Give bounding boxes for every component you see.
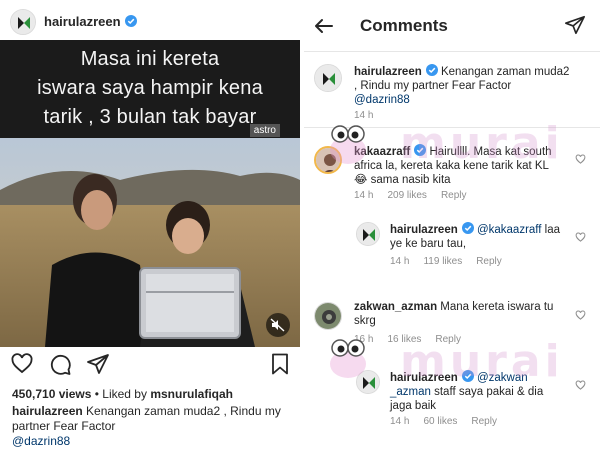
verified-icon	[414, 144, 427, 156]
comment-mention[interactable]: @kakaazraff	[477, 224, 542, 236]
comment-likes[interactable]: 209 likes	[387, 190, 426, 201]
comment-likes[interactable]: 60 likes	[423, 416, 457, 427]
bookmark-icon[interactable]	[268, 352, 292, 376]
comment-username[interactable]: hairulazreen	[354, 66, 422, 78]
avatar[interactable]	[10, 9, 36, 35]
reply-button[interactable]: Reply	[476, 256, 502, 267]
comment-username[interactable]: zakwan_azman	[354, 301, 437, 313]
liked-by-prefix: • Liked by	[91, 387, 151, 401]
post-username[interactable]: hairulazreen	[44, 14, 137, 29]
avatar[interactable]	[356, 222, 380, 246]
heart-icon[interactable]	[575, 380, 586, 391]
bird-mascot-icon	[330, 339, 366, 378]
mute-button[interactable]	[266, 313, 290, 337]
post-panel: hairulazreen Masa ini kereta iswara saya…	[0, 0, 300, 450]
post-header: hairulazreen	[0, 0, 300, 42]
comment-text: kakaazraff Hairullll. Masa kat south afr…	[354, 144, 552, 186]
heart-icon[interactable]	[575, 232, 586, 243]
heart-icon[interactable]	[575, 154, 586, 165]
comment-meta: 14 h 209 likes Reply	[354, 190, 481, 201]
original-caption-text: hairulazreen Kenangan zaman muda2 , Rind…	[354, 64, 570, 106]
comment-time: 14 h	[390, 256, 410, 267]
verified-icon	[425, 64, 438, 76]
comment-text: hairulazreen @kakaazraff laa ye ke baru …	[390, 222, 561, 250]
comment-likes[interactable]: 16 likes	[387, 334, 421, 345]
views-line: 450,710 views • Liked by msnurulafiqah	[12, 387, 233, 401]
comment-likes[interactable]: 119 likes	[423, 256, 462, 267]
reply-button[interactable]: Reply	[471, 416, 497, 427]
comments-header: Comments	[304, 0, 600, 52]
avatar[interactable]	[314, 302, 342, 330]
comment-icon[interactable]	[48, 352, 72, 376]
reply-button[interactable]: Reply	[441, 190, 467, 201]
comment-meta: 14 h 60 likes Reply	[390, 416, 511, 427]
verified-icon	[461, 370, 474, 382]
comment-text: hairulazreen @zakwan _azman staff saya p…	[390, 370, 544, 412]
comments-title: Comments	[360, 16, 448, 35]
comment-username[interactable]: hairulazreen	[390, 372, 458, 384]
avatar[interactable]	[314, 64, 342, 92]
back-arrow-icon[interactable]	[312, 14, 336, 38]
comment-mention[interactable]: @dazrin88	[354, 94, 410, 106]
liked-by-user[interactable]: msnurulafiqah	[150, 387, 233, 401]
channel-tag: astro	[249, 124, 280, 137]
bird-mascot-icon	[330, 125, 366, 164]
caption-mention[interactable]: @dazrin88	[12, 434, 70, 448]
verified-icon	[124, 15, 137, 27]
heart-icon[interactable]	[10, 352, 34, 376]
video-caption-line: iswara saya hampir kena	[37, 77, 263, 99]
mute-icon	[270, 318, 285, 332]
comment-text: zakwan_azman Mana kereta iswara tu skrg	[354, 301, 554, 327]
caption-username[interactable]: hairulazreen	[12, 404, 83, 418]
post-actions	[0, 352, 300, 380]
heart-icon[interactable]	[575, 310, 586, 321]
comment-username[interactable]: hairulazreen	[390, 224, 458, 236]
share-icon[interactable]	[86, 352, 110, 376]
post-video[interactable]: Masa ini kereta iswara saya hampir kena …	[0, 40, 300, 347]
comment-item: hairulazreen @kakaazraff laa ye ke baru …	[304, 218, 600, 272]
reply-button[interactable]: Reply	[435, 334, 461, 345]
send-icon[interactable]	[564, 14, 586, 36]
comment-meta: 14 h 119 likes Reply	[390, 256, 516, 267]
comments-panel: Comments hairulazreen Kenangan zaman mud…	[304, 0, 600, 450]
video-caption-line: Masa ini kereta	[80, 48, 220, 70]
comment-time: 14 h	[354, 190, 374, 201]
verified-icon	[461, 222, 474, 234]
post-caption: hairulazreen Kenangan zaman muda2 , Rind…	[12, 404, 282, 449]
comment-time: 14 h	[390, 416, 410, 427]
view-count[interactable]: 450,710 views	[12, 387, 91, 401]
